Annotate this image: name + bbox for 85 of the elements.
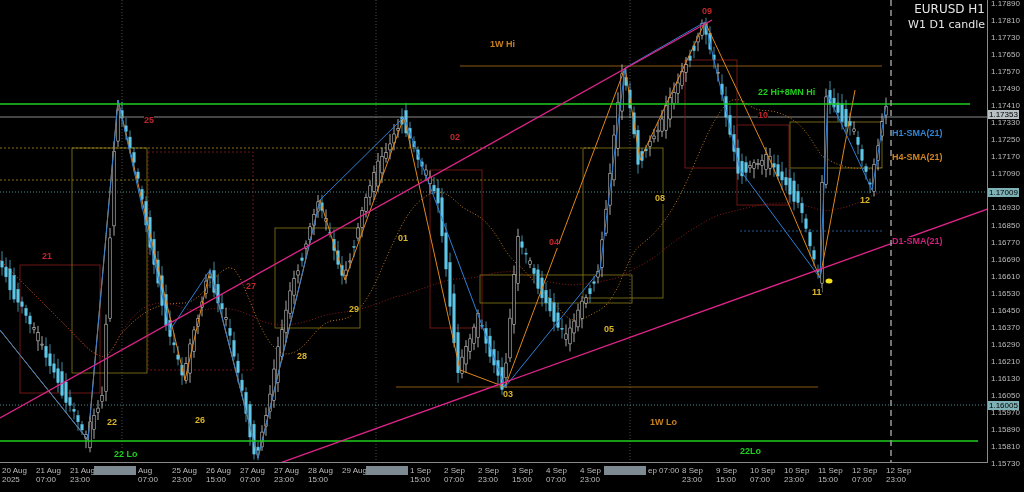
price-axis-label: 1.15810 (991, 442, 1020, 452)
price-tag: 1.17009 (988, 188, 1019, 197)
chart-annotation: D1-SMA(21) (892, 237, 943, 247)
swing-label: 21 (42, 252, 52, 262)
swing-label: 08 (655, 194, 665, 204)
swing-label: 22 (107, 418, 117, 428)
price-axis-label: 1.16930 (991, 203, 1020, 213)
swing-label: 02 (450, 133, 460, 143)
price-axis-label: 1.17250 (991, 135, 1020, 145)
time-axis-label: 10 Sep 07:00 (750, 466, 777, 484)
price-axis-label: 1.16050 (991, 390, 1020, 400)
swing-label: 05 (604, 325, 614, 335)
time-axis-label: 29 Aug (342, 466, 368, 475)
time-axis-label: 27 Aug 07:00 (240, 466, 266, 484)
time-axis-label: 27 Aug 23:00 (274, 466, 300, 484)
time-axis-label: ep 07:00 (648, 466, 681, 475)
time-axis-label: 10 Sep 23:00 (784, 466, 811, 484)
time-axis-label: 2 Sep 23:00 (478, 466, 500, 484)
swing-label: 12 (860, 196, 870, 206)
price-axis-label: 1.17890 (991, 0, 1020, 8)
price-axis-label: 1.17570 (991, 67, 1020, 77)
price-axis-label: 1.16530 (991, 288, 1020, 298)
chart-annotation: 1W Lo (650, 418, 677, 428)
chart-annotation: H4-SMA(21) (892, 153, 943, 163)
swing-label: 28 (297, 352, 307, 362)
time-axis-label: 28 Aug 15:00 (308, 466, 334, 484)
price-axis-label: 1.16610 (991, 271, 1020, 281)
price-axis-label: 1.16450 (991, 305, 1020, 315)
time-axis-label: 26 Aug 15:00 (206, 466, 232, 484)
chart-annotation: 22 Lo (114, 450, 138, 460)
time-axis-label: 4 Sep 23:00 (580, 466, 602, 484)
price-axis-label: 1.17730 (991, 33, 1020, 43)
time-axis-label: Aug 07:00 (138, 466, 160, 484)
price-axis-label: 1.17810 (991, 16, 1020, 26)
time-axis-label: 25 Aug 23:00 (172, 466, 198, 484)
swing-label: 26 (195, 416, 205, 426)
price-axis-label: 1.17330 (991, 118, 1020, 128)
time-axis-label: 21 Aug 23:00 (70, 466, 96, 484)
time-axis-label: 9 Sep 15:00 (716, 466, 738, 484)
swing-label: 27 (246, 282, 256, 292)
price-axis-label: 1.15890 (991, 425, 1020, 434)
chart-annotation: 22 Hi+8MN Hi (758, 88, 816, 98)
swing-label: 03 (503, 390, 513, 400)
price-axis-label: 1.16290 (991, 339, 1020, 349)
time-axis-label: 12 Sep 23:00 (886, 466, 913, 484)
price-axis-label: 1.16850 (991, 220, 1020, 230)
price-axis-label: 1.15730 (991, 459, 1020, 469)
time-axis-label: 21 Aug 07:00 (36, 466, 62, 484)
price-tag: 1.16005 (988, 401, 1019, 410)
price-axis-label: 1.16130 (991, 373, 1020, 383)
chart-symbol: EURUSD H1 (914, 2, 985, 16)
chart-subtitle: W1 D1 candle (908, 18, 985, 31)
time-marker-tag (366, 466, 408, 475)
swing-label: 11 (812, 288, 822, 298)
price-axis-label: 1.16770 (991, 237, 1020, 247)
time-axis-label: 11 Sep 15:00 (818, 466, 844, 484)
chart-annotation: 1W Hi (490, 40, 515, 50)
time-marker-tag (604, 466, 646, 475)
price-axis-label: 1.17410 (991, 101, 1020, 111)
time-axis-label: 4 Sep 07:00 (546, 466, 568, 484)
swing-label: 04 (549, 238, 559, 248)
price-tag: 1.17353 (988, 110, 1019, 119)
swing-label: 25 (144, 116, 154, 126)
swing-label: 29 (349, 305, 359, 315)
time-marker-tag (94, 466, 136, 475)
price-axis-label: 1.16370 (991, 322, 1020, 332)
price-axis-label: 1.15970 (991, 407, 1020, 417)
swing-label: 09 (702, 7, 712, 17)
chart-annotation: 22Lo (740, 447, 761, 457)
marker-dot (825, 278, 833, 284)
time-axis-label: 2 Sep 07:00 (444, 466, 466, 484)
price-axis-label: 1.17090 (991, 169, 1020, 179)
swing-label: 01 (398, 234, 408, 244)
time-axis-label: 20 Aug 2025 (2, 466, 28, 484)
price-axis-label: 1.16690 (991, 254, 1020, 264)
time-axis-label: 8 Sep 23:00 (682, 466, 704, 484)
price-axis-label: 1.16210 (991, 356, 1020, 366)
swing-label: 10 (758, 111, 768, 121)
time-axis-label: 12 Sep 07:00 (852, 466, 879, 484)
time-axis-label: 1 Sep 15:00 (410, 466, 432, 484)
price-axis-label: 1.17650 (991, 50, 1020, 60)
price-axis-label: 1.17490 (991, 84, 1020, 94)
price-axis-label: 1.17170 (991, 152, 1020, 162)
time-axis-label: 3 Sep 15:00 (512, 466, 534, 484)
chart-annotation: H1-SMA(21) (892, 129, 943, 139)
